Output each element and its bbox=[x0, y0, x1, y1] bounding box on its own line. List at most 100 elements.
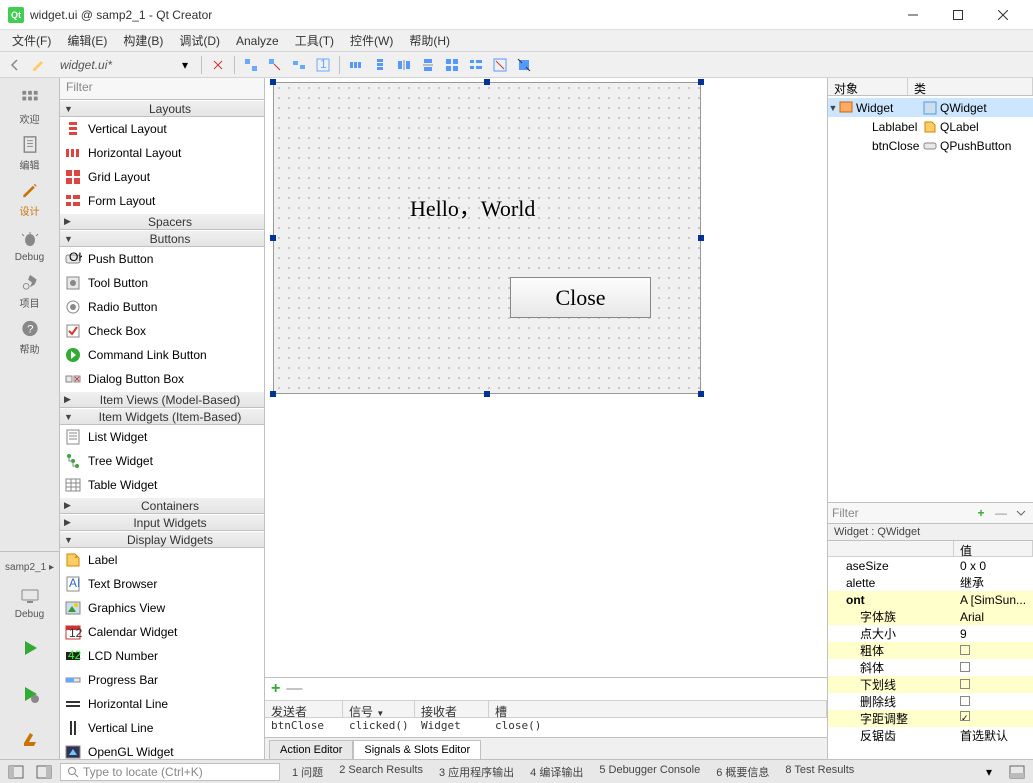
status-pane-6[interactable]: 8 Test Results bbox=[777, 762, 862, 782]
toggle-right-pane-button[interactable] bbox=[32, 762, 56, 782]
signal-row[interactable]: btnClose clicked() Widget close() bbox=[265, 718, 827, 734]
widgetbox-item-progress-bar[interactable]: Progress Bar bbox=[60, 668, 264, 692]
property-row-6[interactable]: 斜体 bbox=[828, 659, 1033, 676]
locator-input[interactable]: Type to locate (Ctrl+K) bbox=[60, 763, 280, 781]
prop-header-value[interactable]: 值 bbox=[954, 541, 1033, 556]
widgetbox-item-grid-layout[interactable]: Grid Layout bbox=[60, 165, 264, 189]
edit-widgets-button[interactable] bbox=[240, 54, 262, 76]
menu-item-5[interactable]: 工具(T) bbox=[287, 30, 342, 51]
mode-edit[interactable]: 编辑 bbox=[6, 134, 54, 172]
menu-item-3[interactable]: 调试(D) bbox=[171, 30, 228, 51]
property-filter-input[interactable]: Filter bbox=[832, 506, 969, 520]
status-pane-5[interactable]: 6 概要信息 bbox=[708, 762, 777, 782]
output-dropdown-icon[interactable]: ▾ bbox=[977, 762, 1001, 782]
edit-icon[interactable] bbox=[28, 54, 50, 76]
widgetbox-group-0[interactable]: ▼Layouts bbox=[60, 100, 264, 117]
minimize-button[interactable] bbox=[890, 0, 935, 30]
property-row-1[interactable]: alette继承 bbox=[828, 574, 1033, 591]
widgetbox-item-horizontal-layout[interactable]: Horizontal Layout bbox=[60, 141, 264, 165]
layout-hsplit-button[interactable] bbox=[393, 54, 415, 76]
widgetbox-item-label[interactable]: Label bbox=[60, 548, 264, 572]
add-signal-button[interactable]: + bbox=[271, 680, 280, 698]
property-table[interactable]: 值 aseSize0 x 0alette继承ontA [SimSun...字体族… bbox=[828, 541, 1033, 759]
status-pane-1[interactable]: 2 Search Results bbox=[331, 762, 431, 782]
widgetbox-item-text-browser[interactable]: AIText Browser bbox=[60, 572, 264, 596]
menu-item-6[interactable]: 控件(W) bbox=[342, 30, 401, 51]
widgetbox-item-horizontal-line[interactable]: Horizontal Line bbox=[60, 692, 264, 716]
toggle-bottom-pane-button[interactable] bbox=[1005, 762, 1029, 782]
toggle-left-pane-button[interactable] bbox=[4, 762, 28, 782]
status-pane-4[interactable]: 5 Debugger Console bbox=[591, 762, 708, 782]
property-row-3[interactable]: 字体族Arial bbox=[828, 608, 1033, 625]
prop-header-name[interactable] bbox=[828, 541, 954, 556]
form-widget[interactable]: Hello，World Close bbox=[273, 82, 701, 394]
widgetbox-item-table-widget[interactable]: Table Widget bbox=[60, 473, 264, 497]
widgetbox-item-vertical-line[interactable]: Vertical Line bbox=[60, 716, 264, 740]
remove-property-button[interactable]: — bbox=[993, 505, 1009, 521]
design-canvas[interactable]: Hello，World Close bbox=[265, 78, 827, 677]
menu-item-0[interactable]: 文件(F) bbox=[4, 30, 59, 51]
property-settings-icon[interactable] bbox=[1013, 505, 1029, 521]
menu-item-2[interactable]: 构建(B) bbox=[115, 30, 171, 51]
widgetbox-group-5[interactable]: ▶Containers bbox=[60, 497, 264, 514]
widgetbox-group-2[interactable]: ▼Buttons bbox=[60, 230, 264, 247]
status-pane-2[interactable]: 3 应用程序输出 bbox=[431, 762, 522, 782]
property-row-10[interactable]: 反锯齿首选默认 bbox=[828, 727, 1033, 744]
col-slot[interactable]: 槽 bbox=[489, 701, 827, 717]
widgetbox-group-1[interactable]: ▶Spacers bbox=[60, 213, 264, 230]
back-button[interactable] bbox=[4, 54, 26, 76]
widgetbox-group-6[interactable]: ▶Input Widgets bbox=[60, 514, 264, 531]
obj-header-class[interactable]: 类 bbox=[908, 78, 1033, 95]
tab-action-editor[interactable]: Action Editor bbox=[269, 740, 353, 759]
layout-form-button[interactable] bbox=[465, 54, 487, 76]
property-row-2[interactable]: ontA [SimSun... bbox=[828, 591, 1033, 608]
close-button[interactable] bbox=[980, 0, 1025, 30]
widgetbox-item-command-link-button[interactable]: Command Link Button bbox=[60, 343, 264, 367]
edit-taborder-button[interactable]: 1 bbox=[312, 54, 334, 76]
build-button[interactable] bbox=[6, 721, 54, 759]
form-close-button[interactable]: Close bbox=[510, 277, 651, 318]
widgetbox-item-graphics-view[interactable]: Graphics View bbox=[60, 596, 264, 620]
mode-debug[interactable]: Debug bbox=[6, 226, 54, 264]
property-row-5[interactable]: 粗体 bbox=[828, 642, 1033, 659]
kit-selector[interactable]: Debug bbox=[6, 583, 54, 621]
edit-signals-button[interactable] bbox=[264, 54, 286, 76]
widgetbox-item-radio-button[interactable]: Radio Button bbox=[60, 295, 264, 319]
tab-signals-editor[interactable]: Signals & Slots Editor bbox=[353, 740, 481, 759]
object-row-btnClose[interactable]: btnCloseQPushButton bbox=[828, 136, 1033, 155]
widgetbox-group-3[interactable]: ▶Item Views (Model-Based) bbox=[60, 391, 264, 408]
widgetbox-item-push-button[interactable]: OKPush Button bbox=[60, 247, 264, 271]
dropdown-icon[interactable]: ▾ bbox=[174, 54, 196, 76]
mode-help[interactable]: ?帮助 bbox=[6, 318, 54, 356]
edit-buddies-button[interactable] bbox=[288, 54, 310, 76]
col-receiver[interactable]: 接收者 bbox=[415, 701, 489, 717]
object-row-Lablabel[interactable]: LablabelQLabel bbox=[828, 117, 1033, 136]
remove-signal-button[interactable]: — bbox=[286, 680, 302, 698]
maximize-button[interactable] bbox=[935, 0, 980, 30]
widgetbox-item-list-widget[interactable]: List Widget bbox=[60, 425, 264, 449]
break-layout-button[interactable] bbox=[489, 54, 511, 76]
widgetbox-group-7[interactable]: ▼Display Widgets bbox=[60, 531, 264, 548]
property-row-0[interactable]: aseSize0 x 0 bbox=[828, 557, 1033, 574]
widgetbox-item-tool-button[interactable]: Tool Button bbox=[60, 271, 264, 295]
menu-item-7[interactable]: 帮助(H) bbox=[401, 30, 458, 51]
add-property-button[interactable]: + bbox=[973, 505, 989, 521]
property-row-9[interactable]: 字距调整 bbox=[828, 710, 1033, 727]
run-button[interactable] bbox=[6, 629, 54, 667]
layout-vertical-button[interactable] bbox=[369, 54, 391, 76]
layout-grid-button[interactable] bbox=[441, 54, 463, 76]
mode-design[interactable]: 设计 bbox=[6, 180, 54, 218]
status-pane-3[interactable]: 4 编译输出 bbox=[522, 762, 591, 782]
menu-item-1[interactable]: 编辑(E) bbox=[59, 30, 115, 51]
widgetbox-item-dialog-button-box[interactable]: Dialog Button Box bbox=[60, 367, 264, 391]
obj-header-object[interactable]: 对象 bbox=[828, 78, 908, 95]
widgetbox-item-opengl-widget[interactable]: OpenGL Widget bbox=[60, 740, 264, 759]
property-row-4[interactable]: 点大小9 bbox=[828, 625, 1033, 642]
property-row-7[interactable]: 下划线 bbox=[828, 676, 1033, 693]
widgetbox-filter[interactable]: Filter bbox=[60, 78, 264, 100]
form-hello-label[interactable]: Hello，World bbox=[410, 191, 535, 223]
adjust-size-button[interactable] bbox=[513, 54, 535, 76]
debug-run-button[interactable] bbox=[6, 675, 54, 713]
project-selector[interactable]: samp2_1 ▸ bbox=[1, 560, 58, 575]
widgetbox-group-4[interactable]: ▼Item Widgets (Item-Based) bbox=[60, 408, 264, 425]
